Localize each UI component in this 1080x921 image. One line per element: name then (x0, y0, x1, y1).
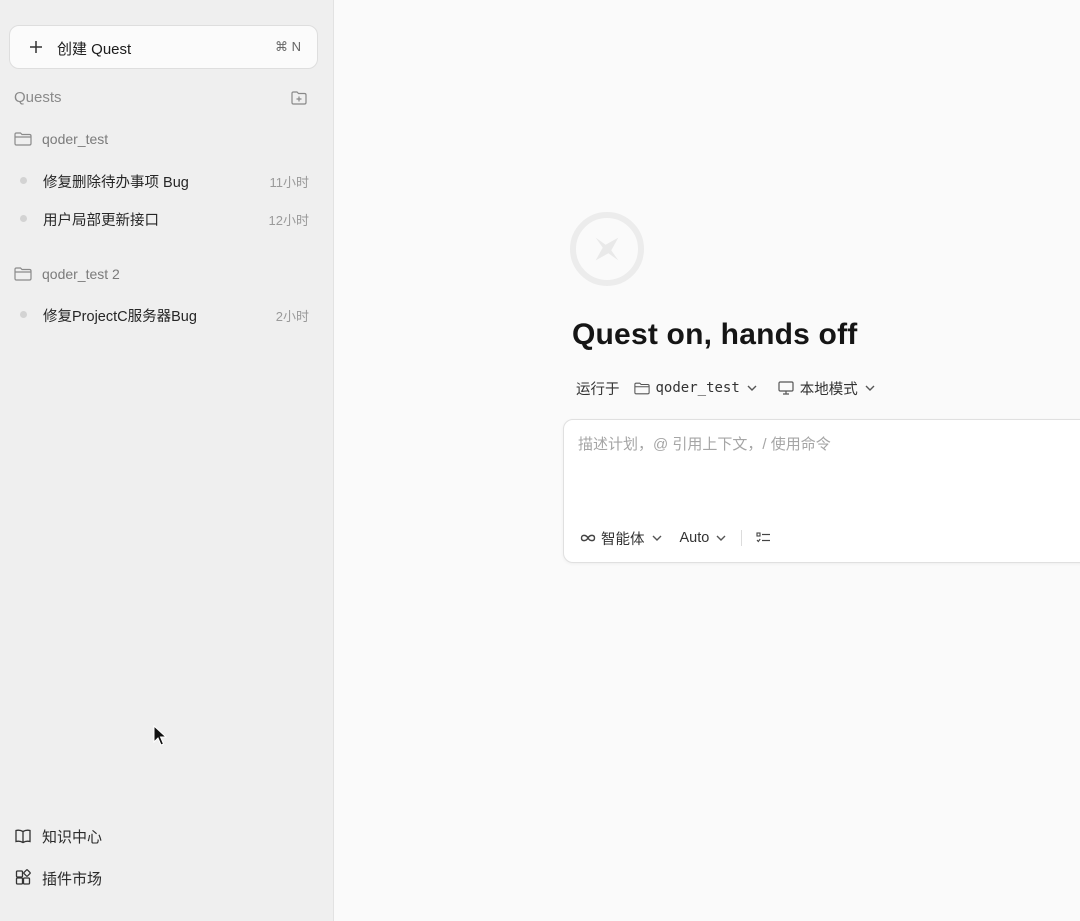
chevron-down-icon (652, 535, 661, 541)
folder-icon (633, 382, 650, 394)
sidebar: 创建 Quest ⌘ N Quests qoder_test 修复删除待办事项 … (0, 0, 334, 921)
chevron-down-icon (865, 385, 875, 391)
new-folder-icon[interactable] (291, 91, 307, 105)
status-dot (20, 311, 27, 318)
status-dot (20, 177, 27, 184)
agent-selector[interactable]: 智能体 (580, 528, 663, 549)
quest-time: 11小时 (269, 175, 310, 190)
main-panel: Quest on, hands off 运行于 qoder_test 本地模式 … (334, 0, 1080, 921)
book-icon (14, 827, 32, 845)
toolbar-divider (741, 530, 743, 546)
knowledge-center-label: 知识中心 (42, 828, 103, 846)
workspace-name: qoder_test (655, 380, 740, 396)
create-quest-label: 创建 Quest (57, 41, 132, 58)
checklist-icon (756, 531, 771, 542)
model-label: Auto (679, 530, 710, 546)
task-list-button[interactable] (756, 531, 771, 545)
quest-title: 修复ProjectC服务器Bug (43, 309, 197, 325)
mode-label: 本地模式 (799, 381, 858, 398)
composer-toolbar: 智能体 Auto (580, 528, 771, 548)
quests-header: Quests (14, 89, 62, 106)
create-quest-shortcut: ⌘ N (275, 39, 301, 54)
compass-logo-icon (569, 211, 645, 287)
plugin-market-label: 插件市场 (42, 870, 103, 888)
quest-time: 2小时 (275, 309, 309, 324)
monitor-icon (778, 381, 794, 395)
folder-icon (14, 132, 32, 146)
run-prefix-label: 运行于 (576, 381, 620, 398)
group-name: qoder_test 2 (42, 266, 120, 282)
run-context-bar: 运行于 qoder_test 本地模式 (576, 378, 876, 398)
group-name: qoder_test (42, 131, 109, 147)
quest-time: 12小时 (268, 213, 309, 228)
quest-title: 修复删除待办事项 Bug (43, 175, 189, 191)
plus-icon (29, 37, 43, 57)
page-title: Quest on, hands off (572, 318, 858, 351)
create-quest-button[interactable]: 创建 Quest ⌘ N (9, 25, 318, 69)
quest-item[interactable]: 用户局部更新接口 12小时 (0, 204, 334, 232)
chevron-down-icon (716, 535, 726, 541)
infinity-icon (580, 534, 596, 542)
knowledge-center-link[interactable]: 知识中心 (14, 825, 102, 847)
quest-item[interactable]: 修复删除待办事项 Bug 11小时 (0, 166, 334, 194)
prompt-composer: 智能体 Auto (563, 419, 1080, 563)
plugin-grid-icon (14, 869, 32, 887)
chevron-down-icon (747, 385, 757, 391)
quest-item[interactable]: 修复ProjectC服务器Bug 2小时 (0, 300, 334, 328)
app-window: 创建 Quest ⌘ N Quests qoder_test 修复删除待办事项 … (0, 0, 1080, 921)
quest-group-qoder-test-2[interactable]: qoder_test 2 (14, 264, 120, 284)
mouse-cursor-icon (153, 724, 168, 747)
workspace-selector[interactable]: qoder_test (633, 380, 758, 396)
folder-icon (14, 267, 32, 281)
model-selector[interactable]: Auto (680, 530, 728, 546)
mode-selector[interactable]: 本地模式 (778, 378, 876, 399)
agent-label: 智能体 (601, 531, 645, 548)
plugin-market-link[interactable]: 插件市场 (14, 867, 102, 889)
quest-title: 用户局部更新接口 (43, 213, 159, 229)
status-dot (20, 215, 27, 222)
quest-group-qoder-test[interactable]: qoder_test (14, 129, 108, 149)
prompt-input[interactable] (578, 432, 1078, 456)
